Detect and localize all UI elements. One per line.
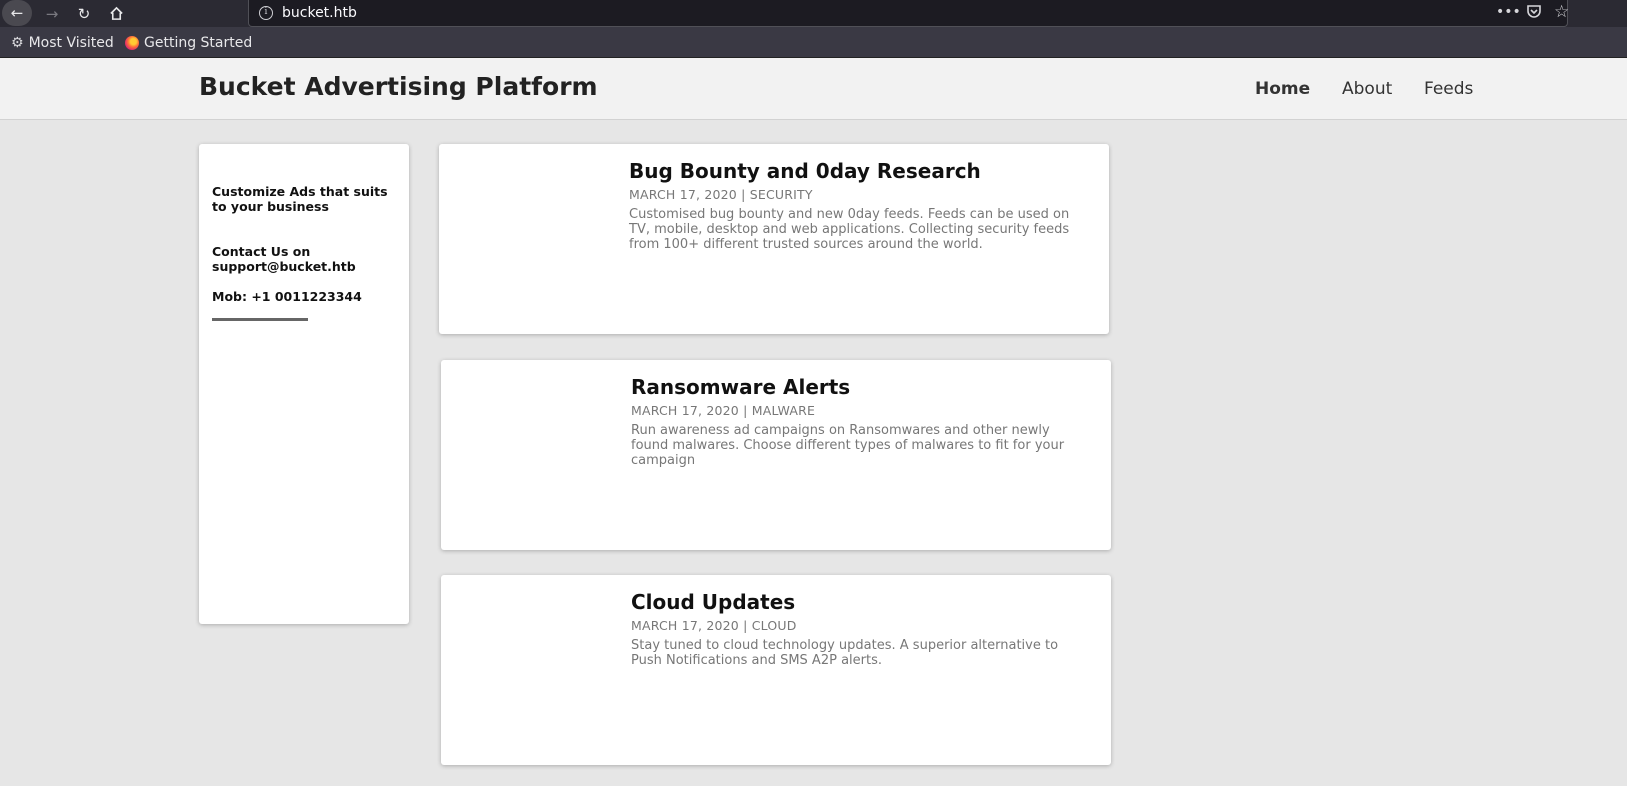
card-title: Ransomware Alerts [631, 375, 851, 399]
feed-card: Ransomware Alerts MARCH 17, 2020 | MALWA… [441, 360, 1111, 550]
forward-button[interactable]: → [36, 0, 68, 27]
sidebar: Customize Ads that suits to your busines… [199, 144, 409, 624]
reload-button[interactable]: ↻ [68, 0, 100, 27]
firefox-icon [125, 36, 139, 50]
home-icon [109, 6, 123, 20]
card-description: Customised bug bounty and new 0day feeds… [629, 207, 1070, 252]
browser-toolbar: ← → ↻ i bucket.htb ••• ☆ [0, 0, 1627, 27]
back-button[interactable]: ← [2, 0, 32, 26]
bookmark-label: Getting Started [144, 35, 253, 51]
feed-card: Bug Bounty and 0day Research MARCH 17, 2… [439, 144, 1109, 334]
card-description: Run awareness ad campaigns on Ransomware… [631, 423, 1065, 468]
home-button[interactable] [100, 0, 132, 27]
divider [212, 318, 308, 321]
bookmark-label: Most Visited [28, 35, 114, 51]
nav-about[interactable]: About [1342, 79, 1392, 99]
star-icon[interactable]: ☆ [1554, 2, 1569, 22]
card-title: Cloud Updates [631, 590, 796, 614]
card-description: Stay tuned to cloud technology updates. … [631, 638, 1059, 668]
arrow-left-icon: ← [10, 4, 24, 22]
url-text[interactable]: bucket.htb [282, 5, 357, 21]
site-title: Bucket Advertising Platform [199, 72, 598, 101]
card-meta: MARCH 17, 2020 | MALWARE [631, 403, 816, 418]
card-meta: MARCH 17, 2020 | SECURITY [629, 187, 813, 202]
feed-card: Cloud Updates MARCH 17, 2020 | CLOUD Sta… [441, 575, 1111, 765]
nav-home[interactable]: Home [1255, 79, 1310, 99]
info-icon[interactable]: i [259, 6, 273, 20]
bookmark-getting-started[interactable]: Getting Started [125, 35, 252, 51]
bookmarks-bar: ⚙ Most Visited Getting Started [0, 27, 1627, 58]
more-icon[interactable]: ••• [1496, 4, 1521, 20]
card-title: Bug Bounty and 0day Research [629, 159, 981, 183]
nav-feeds[interactable]: Feeds [1424, 79, 1473, 99]
site-header: Bucket Advertising Platform Home About F… [0, 58, 1627, 120]
arrow-right-icon: → [45, 4, 59, 23]
gear-icon: ⚙ [11, 35, 24, 51]
reload-icon: ↻ [77, 4, 91, 23]
card-meta: MARCH 17, 2020 | CLOUD [631, 618, 797, 633]
sidebar-contact: Contact Us on support@bucket.htb [212, 244, 356, 274]
url-bar[interactable]: i bucket.htb ••• ☆ [248, 0, 1569, 27]
bookmark-most-visited[interactable]: ⚙ Most Visited [11, 35, 114, 51]
sidebar-tagline: Customize Ads that suits to your busines… [212, 184, 388, 214]
sidebar-mobile: Mob: +1 0011223344 [212, 289, 362, 304]
pocket-icon[interactable] [1526, 4, 1542, 23]
